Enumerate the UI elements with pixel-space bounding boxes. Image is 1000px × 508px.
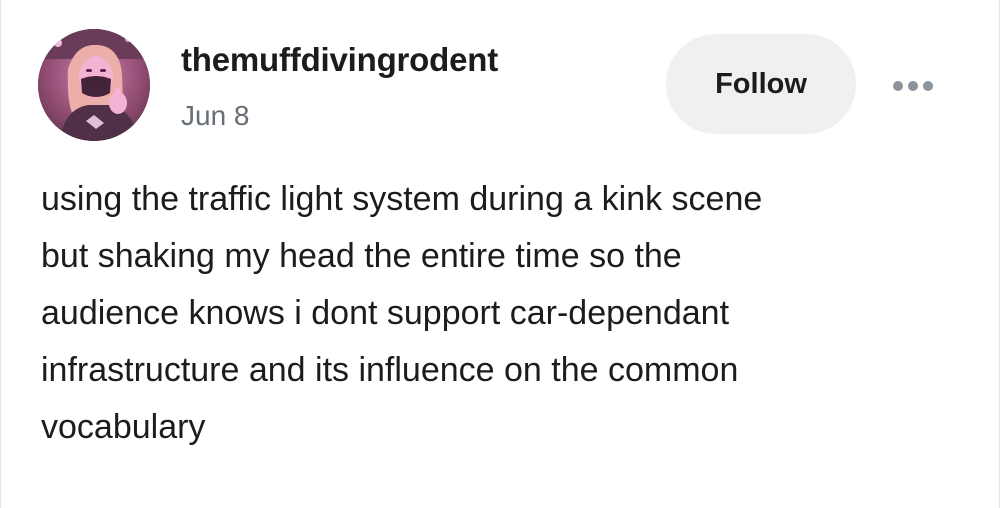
follow-button[interactable]: Follow	[666, 34, 856, 134]
avatar-image	[38, 29, 150, 141]
post-body-line: but shaking my head the entire time so t…	[41, 237, 682, 275]
follow-button-label: Follow	[715, 67, 807, 100]
post-body-line: using the traffic light system during a …	[41, 180, 763, 218]
post-body-line: infrastructure and its influence on the …	[41, 351, 739, 389]
post-card: themuffdivingrodent Jun 8 Follow using t…	[0, 0, 1000, 508]
user-avatar[interactable]	[38, 29, 150, 141]
more-options-button[interactable]	[881, 68, 945, 104]
post-body-line: audience knows i dont support car-depend…	[41, 294, 730, 332]
post-body-line: vocabulary	[41, 408, 206, 446]
post-date[interactable]: Jun 8	[181, 100, 250, 132]
more-horizontal-icon-dot-2	[908, 81, 918, 91]
more-horizontal-icon-dot-3	[923, 81, 933, 91]
post-body: using the traffic light system during a …	[41, 171, 961, 456]
more-horizontal-icon	[893, 81, 903, 91]
username[interactable]: themuffdivingrodent	[181, 41, 498, 79]
